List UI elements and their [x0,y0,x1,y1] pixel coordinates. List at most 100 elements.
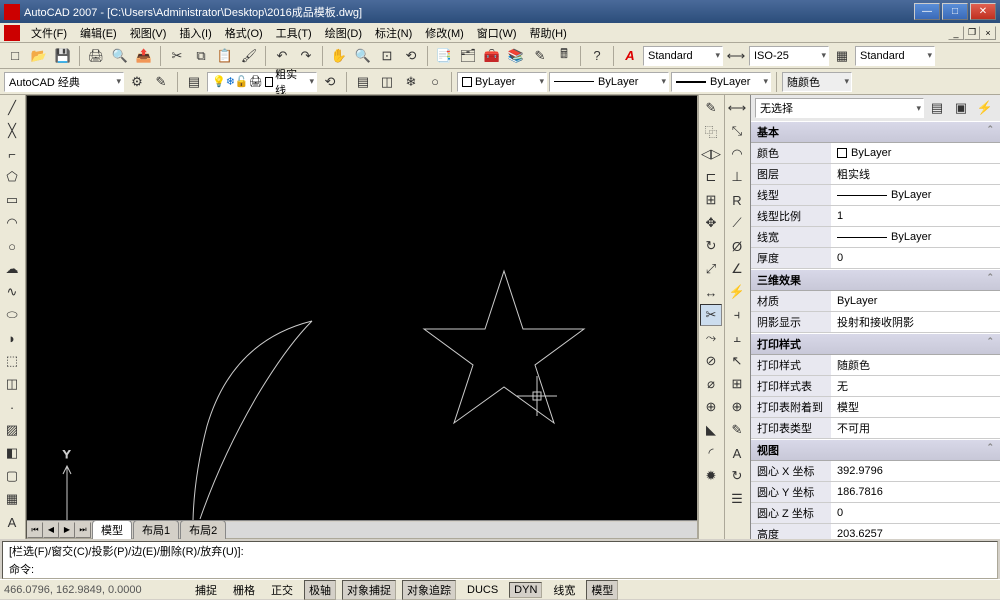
color-dropdown[interactable]: ByLayer [457,72,547,92]
dim-edit-tool[interactable]: ✎ [726,419,748,441]
dim-style-tool[interactable]: ☰ [726,488,748,510]
layer-off-button[interactable]: ○ [424,71,446,93]
prop-material-value[interactable]: ByLayer [831,291,1000,311]
menu-tools[interactable]: 工具(T) [270,23,318,43]
line-tool[interactable]: ╱ [1,97,23,119]
dim-aligned-tool[interactable]: ⤡ [726,120,748,142]
dim-jogged-tool[interactable]: ⟋ [726,212,748,234]
dim-center-tool[interactable]: ⊕ [726,396,748,418]
rotate-tool[interactable]: ↻ [700,235,722,257]
section-plot[interactable]: 打印样式 [751,333,1000,355]
prop-plottabletype-value[interactable]: 不可用 [831,418,1000,438]
prop-plotstyletable-value[interactable]: 无 [831,376,1000,396]
prop-layer-value[interactable]: 粗实线 [831,164,1000,184]
prop-thickness-value[interactable]: 0 [831,248,1000,268]
tab-layout2[interactable]: 布局2 [180,520,226,539]
select-objects-button[interactable]: ▣ [950,97,972,119]
dim-diameter-tool[interactable]: Ø [726,235,748,257]
menu-view[interactable]: 视图(V) [124,23,173,43]
move-tool[interactable]: ✥ [700,212,722,234]
drawing-area[interactable]: X Y ⏮ ◀ ▶ ⏭ 模型 布局1 [26,95,698,539]
break-tool[interactable]: ⌀ [700,373,722,395]
toggle-snap[interactable]: 捕捉 [190,580,222,600]
paste-button[interactable]: 📋 [214,45,236,67]
xline-tool[interactable]: ╳ [1,120,23,142]
chamfer-tool[interactable]: ◣ [700,419,722,441]
fillet-tool[interactable]: ◜ [700,442,722,464]
gradient-tool[interactable]: ◧ [1,442,23,464]
section-basic[interactable]: 基本 [751,121,1000,143]
app-menu-icon[interactable] [4,25,20,41]
mtext-tool[interactable]: A [1,511,23,533]
layer-iso-button[interactable]: ◫ [376,71,398,93]
menu-dimension[interactable]: 标注(N) [369,23,418,43]
minimize-button[interactable]: — [914,3,940,20]
toggle-grid[interactable]: 栅格 [228,580,260,600]
prop-height-value[interactable]: 203.6257 [831,524,1000,539]
workspace-save-button[interactable]: ✎ [150,71,172,93]
ellipse-arc-tool[interactable]: ◗ [1,327,23,349]
designcenter-button[interactable]: 🗂 [457,45,479,67]
zoom-window-button[interactable]: ⊡ [376,45,398,67]
star-shape[interactable] [424,271,584,423]
explode-tool[interactable]: ✹ [700,465,722,487]
dim-linear-tool[interactable]: ⟷ [726,97,748,119]
toggle-dyn[interactable]: DYN [509,582,542,598]
tab-model[interactable]: 模型 [92,520,132,539]
zoom-previous-button[interactable]: ⟲ [400,45,422,67]
section-3d[interactable]: 三维效果 [751,269,1000,291]
dim-leader-tool[interactable]: ↖ [726,350,748,372]
markup-button[interactable]: ✎ [529,45,551,67]
section-view[interactable]: 视图 [751,439,1000,461]
copy-object-tool[interactable]: ⿻ [700,120,722,142]
stretch-tool[interactable]: ↔ [700,281,722,303]
insert-block-tool[interactable]: ⬚ [1,350,23,372]
menu-draw[interactable]: 绘图(D) [319,23,368,43]
dim-ordinate-tool[interactable]: ⊥ [726,166,748,188]
tab-nav-first[interactable]: ⏮ [27,522,43,538]
mdi-close-button[interactable]: × [980,26,996,40]
toggle-model[interactable]: 模型 [586,580,618,600]
offset-tool[interactable]: ⊏ [700,166,722,188]
qcalc-button[interactable]: 🖩 [553,45,575,67]
prop-centerz-value[interactable]: 0 [831,503,1000,523]
new-button[interactable]: □ [4,45,26,67]
mdi-restore-button[interactable]: ❐ [964,26,980,40]
workspace-settings-button[interactable]: ⚙ [126,71,148,93]
properties-button[interactable]: 📑 [433,45,455,67]
menu-file[interactable]: 文件(F) [25,23,73,43]
array-tool[interactable]: ⊞ [700,189,722,211]
ellipse-tool[interactable]: ⬭ [1,304,23,326]
toggle-ortho[interactable]: 正交 [266,580,298,600]
circle-tool[interactable]: ○ [1,235,23,257]
publish-button[interactable]: 📤 [133,45,155,67]
pan-button[interactable]: ✋ [328,45,350,67]
help-button[interactable]: ? [586,45,608,67]
dim-tolerance-tool[interactable]: ⊞ [726,373,748,395]
leaf-shape[interactable] [193,321,312,520]
prop-linetype-value[interactable]: ByLayer [831,185,1000,205]
tab-layout1[interactable]: 布局1 [133,520,179,539]
cut-button[interactable]: ✂ [166,45,188,67]
prop-color-value[interactable]: ByLayer [831,143,1000,163]
tab-nav-next[interactable]: ▶ [59,522,75,538]
extend-tool[interactable]: ⤳ [700,327,722,349]
dim-textedit-tool[interactable]: A [726,442,748,464]
layer-dropdown[interactable]: 💡❄🔓🖨 粗实线 [207,72,317,92]
selection-dropdown[interactable]: 无选择 [755,98,924,118]
toggle-polar[interactable]: 极轴 [304,580,336,600]
redo-button[interactable]: ↷ [295,45,317,67]
dim-continue-tool[interactable]: ⫠ [726,327,748,349]
mdi-minimize-button[interactable]: _ [948,26,964,40]
prop-ltscale-value[interactable]: 1 [831,206,1000,226]
menu-edit[interactable]: 编辑(E) [74,23,123,43]
tab-nav-last[interactable]: ⏭ [75,522,91,538]
prop-plottableattach-value[interactable]: 模型 [831,397,1000,417]
layer-previous-button[interactable]: ⟲ [319,71,341,93]
menu-insert[interactable]: 插入(I) [173,23,217,43]
quick-select-button[interactable]: ⚡ [974,97,996,119]
toggle-osnap[interactable]: 对象捕捉 [342,580,396,600]
prop-lweight-value[interactable]: ByLayer [831,227,1000,247]
drawing-canvas[interactable]: X Y [27,96,697,520]
make-block-tool[interactable]: ◫ [1,373,23,395]
